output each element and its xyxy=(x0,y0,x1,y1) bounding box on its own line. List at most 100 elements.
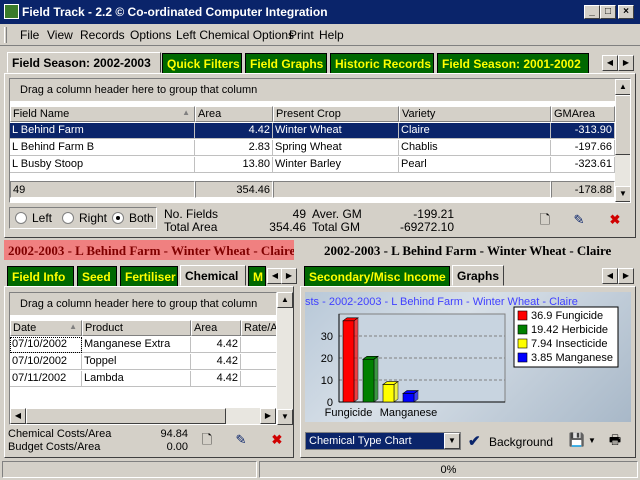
column-header-area[interactable]: Area xyxy=(191,320,241,336)
scroll-down-button[interactable]: ▼ xyxy=(615,186,630,202)
right-tab-scroll-right-button[interactable]: ▶ xyxy=(618,268,634,284)
tab-quick-filters[interactable]: Quick Filters xyxy=(162,53,242,73)
chemical-grid-vscrollbar[interactable]: ▲ ▼ xyxy=(277,292,293,425)
radio-right-label: Right xyxy=(79,211,108,225)
table-row-area[interactable]: 2.83 xyxy=(195,140,273,156)
legend-entry: 3.85 Manganese xyxy=(531,352,613,364)
column-header-field-name[interactable]: Field Name ▲ xyxy=(10,106,195,122)
save-icon[interactable]: 💾 xyxy=(568,431,586,449)
table-row-area[interactable]: 13.80 xyxy=(195,157,273,173)
new-chemical-icon[interactable]: 🗋 xyxy=(198,431,216,449)
column-header-variety[interactable]: Variety xyxy=(399,106,551,122)
minimize-button[interactable]: _ xyxy=(584,5,600,19)
legend-swatch xyxy=(517,310,528,321)
chemical-grid-hscrollbar[interactable]: ◀ ▶ xyxy=(10,408,276,424)
table-row-variety[interactable]: Chablis xyxy=(399,140,551,156)
radio-both[interactable] xyxy=(112,212,124,224)
table-row-rate[interactable] xyxy=(241,354,276,370)
menu-print[interactable]: Print xyxy=(289,28,314,42)
column-header-area[interactable]: Area xyxy=(195,106,273,122)
table-row-date[interactable]: 07/10/2002 xyxy=(10,337,82,353)
table-row-area[interactable]: 4.42 xyxy=(195,123,273,139)
column-header-present-crop[interactable]: Present Crop xyxy=(273,106,399,122)
column-label: Field Name xyxy=(13,108,70,120)
radio-left[interactable] xyxy=(15,212,27,224)
tab-field-graphs[interactable]: Field Graphs xyxy=(245,53,327,73)
table-row-field-name[interactable]: L Busby Stoop xyxy=(10,157,195,173)
delete-record-icon[interactable]: ✖ xyxy=(606,211,624,229)
table-row-product[interactable]: Lambda xyxy=(82,371,191,387)
tab-seed[interactable]: Seed xyxy=(77,266,117,286)
edit-record-icon[interactable]: ✎ xyxy=(570,211,588,229)
column-header-date[interactable]: Date ▲ xyxy=(10,320,82,336)
left-tab-scroll-right-button[interactable]: ▶ xyxy=(281,268,297,284)
table-row-gmarea[interactable]: -313.90 xyxy=(551,123,615,139)
new-record-icon[interactable]: 🗋 xyxy=(536,211,554,229)
table-row-area[interactable]: 4.42 xyxy=(191,371,241,387)
tab-scroll-left-button[interactable]: ◀ xyxy=(602,55,618,71)
legend-swatch xyxy=(517,324,528,335)
chemical-costs-label: Chemical Costs/Area xyxy=(8,428,112,440)
checkbox-checked-icon[interactable]: ✔ xyxy=(468,432,484,450)
table-row-variety[interactable]: Claire xyxy=(399,123,551,139)
sort-ascending-icon: ▲ xyxy=(182,108,190,117)
menu-file[interactable]: File xyxy=(20,28,39,42)
table-row-rate[interactable] xyxy=(241,337,276,353)
table-row-date[interactable]: 07/11/2002 xyxy=(10,371,82,387)
tab-field-season-2002-2003[interactable]: Field Season: 2002-2003 xyxy=(7,52,161,73)
table-row-gmarea[interactable]: -197.66 xyxy=(551,140,615,156)
table-row-crop[interactable]: Spring Wheat xyxy=(273,140,399,156)
table-row-crop[interactable]: Winter Wheat xyxy=(273,123,399,139)
maximize-button[interactable]: □ xyxy=(600,5,616,19)
right-tab-scroll-left-button[interactable]: ◀ xyxy=(602,268,618,284)
table-row-date[interactable]: 07/10/2002 xyxy=(10,354,82,370)
scroll-right-button[interactable]: ▶ xyxy=(260,408,276,424)
table-row-product[interactable]: Manganese Extra xyxy=(82,337,191,353)
menu-records[interactable]: Records xyxy=(80,28,125,42)
scroll-up-button[interactable]: ▲ xyxy=(277,292,293,308)
menu-view[interactable]: View xyxy=(47,28,73,42)
table-row-product[interactable]: Toppel xyxy=(82,354,191,370)
chevron-down-icon[interactable]: ▼ xyxy=(444,433,460,449)
column-header-gmarea[interactable]: GMArea xyxy=(551,106,615,122)
menu-options[interactable]: Options xyxy=(130,28,171,42)
edit-chemical-icon[interactable]: ✎ xyxy=(232,431,250,449)
tab-secondary-misc-income[interactable]: Secondary/Misc Income xyxy=(304,266,450,286)
scroll-thumb[interactable] xyxy=(615,95,630,155)
tab-field-season-2001-2002[interactable]: Field Season: 2001-2002 xyxy=(437,53,589,73)
save-dropdown-chevron-icon[interactable]: ▼ xyxy=(588,436,596,445)
scroll-up-button[interactable]: ▲ xyxy=(615,79,630,95)
fields-grid-scrollbar[interactable]: ▲ ▼ xyxy=(615,79,630,202)
chart-type-select[interactable]: Chemical Type Chart xyxy=(305,432,461,450)
scroll-down-button[interactable]: ▼ xyxy=(277,409,293,425)
total-gm-label: Total GM xyxy=(312,220,361,234)
tab-scroll-right-button[interactable]: ▶ xyxy=(618,55,634,71)
tab-chemical[interactable]: Chemical xyxy=(180,265,246,286)
menu-help[interactable]: Help xyxy=(319,28,344,42)
column-header-rate[interactable]: Rate/A xyxy=(241,320,276,336)
group-by-area[interactable]: Drag a column header here to group that … xyxy=(10,79,630,101)
table-row-field-name[interactable]: L Behind Farm xyxy=(10,123,195,139)
delete-chemical-icon[interactable]: ✖ xyxy=(268,431,286,449)
table-row-crop[interactable]: Winter Barley xyxy=(273,157,399,173)
tab-field-info[interactable]: Field Info xyxy=(7,266,74,286)
scroll-left-button[interactable]: ◀ xyxy=(10,408,26,424)
menu-left-chemical-options[interactable]: Left Chemical Options xyxy=(176,28,294,42)
tab-historic-records[interactable]: Historic Records xyxy=(330,53,434,73)
radio-right[interactable] xyxy=(62,212,74,224)
table-row-variety[interactable]: Pearl xyxy=(399,157,551,173)
bar-fungicide xyxy=(342,320,355,403)
table-row-field-name[interactable]: L Behind Farm B xyxy=(10,140,195,156)
tab-graphs[interactable]: Graphs xyxy=(452,265,504,286)
tab-more[interactable]: M xyxy=(248,266,266,286)
table-row-area[interactable]: 4.42 xyxy=(191,354,241,370)
table-row-rate[interactable] xyxy=(241,371,276,387)
column-header-product[interactable]: Product xyxy=(82,320,191,336)
table-row-gmarea[interactable]: -323.61 xyxy=(551,157,615,173)
table-row-area[interactable]: 4.42 xyxy=(191,337,241,353)
chem-group-by-area[interactable]: Drag a column header here to group that … xyxy=(10,293,276,315)
print-icon[interactable]: 🖶 xyxy=(606,431,624,449)
scroll-thumb[interactable] xyxy=(26,408,226,424)
tab-fertiliser[interactable]: Fertiliser xyxy=(120,266,178,286)
close-button[interactable]: × xyxy=(618,5,634,19)
